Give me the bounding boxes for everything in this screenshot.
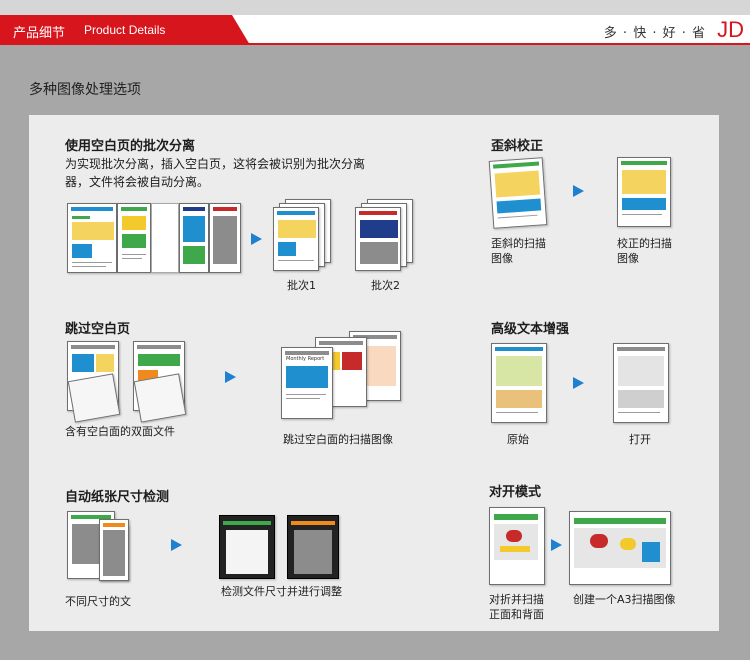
batch-desc-2: 器，文件将会被自动分离。 xyxy=(65,175,210,189)
auto-size-arrow-icon xyxy=(171,539,182,551)
auto-size-out-1 xyxy=(219,515,275,579)
folio-title: 对开模式 xyxy=(489,485,542,500)
folio-label-after: 创建一个A3扫描图像 xyxy=(573,593,676,606)
text-enhance-arrow-icon xyxy=(573,377,584,389)
batch-desc-1: 为实现批次分离，插入空白页，这将会被识别为批次分离 xyxy=(65,157,366,171)
skip-blank-doc-header: Monthly Report xyxy=(286,356,325,362)
batch2-front-page xyxy=(355,207,401,271)
slogan: 多 · 快 · 好 · 省 xyxy=(603,26,706,41)
folio-label-before-2: 正面和背面 xyxy=(489,608,544,621)
skip-blank-curl-1 xyxy=(67,373,121,423)
skip-blank-curl-2 xyxy=(133,373,187,423)
text-enhance-label-before: 原始 xyxy=(507,433,529,446)
header-tab-cn: 产品细节 xyxy=(13,26,66,41)
deskew-before-doc xyxy=(488,157,548,229)
folio-before-doc xyxy=(489,507,545,585)
auto-size-doc-3 xyxy=(99,519,129,581)
folio-label-before-1: 对折并扫描 xyxy=(489,593,544,606)
feature-panel: 使用空白页的批次分离 为实现批次分离，插入空白页，这将会被识别为批次分离 器，文… xyxy=(29,115,719,631)
batch-page-2 xyxy=(117,203,151,273)
deskew-arrow-icon xyxy=(573,185,584,197)
batch-page-1 xyxy=(67,203,117,273)
batch-label-2: 批次2 xyxy=(371,279,400,292)
folio-arrow-icon xyxy=(551,539,562,551)
deskew-label-before-2: 图像 xyxy=(491,252,513,265)
text-enhance-title: 高级文本增强 xyxy=(491,322,570,337)
deskew-label-after-2: 图像 xyxy=(617,252,639,265)
folio-after-doc xyxy=(569,511,671,585)
batch-blank-page xyxy=(151,203,179,273)
batch-label-1: 批次1 xyxy=(287,279,316,292)
auto-size-out-2 xyxy=(287,515,339,579)
text-enhance-before-doc xyxy=(491,343,547,423)
auto-size-title: 自动纸张尺寸检测 xyxy=(65,490,170,505)
deskew-label-after-1: 校正的扫描 xyxy=(617,237,672,250)
deskew-after-doc xyxy=(617,157,671,227)
batch-page-4 xyxy=(209,203,241,273)
jd-logo[interactable]: JD xyxy=(717,17,744,43)
batch-page-3 xyxy=(179,203,209,273)
deskew-title: 歪斜校正 xyxy=(491,139,544,154)
batch-title: 使用空白页的批次分离 xyxy=(65,139,196,154)
section-title: 多种图像处理选项 xyxy=(29,82,141,98)
header-tab: 产品细节 Product Details xyxy=(0,15,250,45)
skip-blank-label-before: 含有空白面的双面文件 xyxy=(65,425,175,438)
header-bar: 产品细节 Product Details 多 · 快 · 好 · 省 JD xyxy=(0,15,750,45)
top-strip xyxy=(0,0,750,15)
deskew-label-before-1: 歪斜的扫描 xyxy=(491,237,546,250)
batch1-front-page xyxy=(273,207,319,271)
batch-arrow-icon xyxy=(251,233,262,245)
text-enhance-label-after: 打开 xyxy=(629,433,651,446)
auto-size-label-before: 不同尺寸的文 xyxy=(65,595,131,608)
skip-blank-label-after: 跳过空白面的扫描图像 xyxy=(283,433,393,446)
auto-size-label-after: 检测文件尺寸并进行调整 xyxy=(221,585,342,598)
header-tab-en: Product Details xyxy=(84,23,166,37)
skip-blank-out-1: Monthly Report xyxy=(281,347,333,419)
skip-blank-title: 跳过空白页 xyxy=(65,322,131,337)
text-enhance-after-doc xyxy=(613,343,669,423)
skip-blank-arrow-icon xyxy=(225,371,236,383)
